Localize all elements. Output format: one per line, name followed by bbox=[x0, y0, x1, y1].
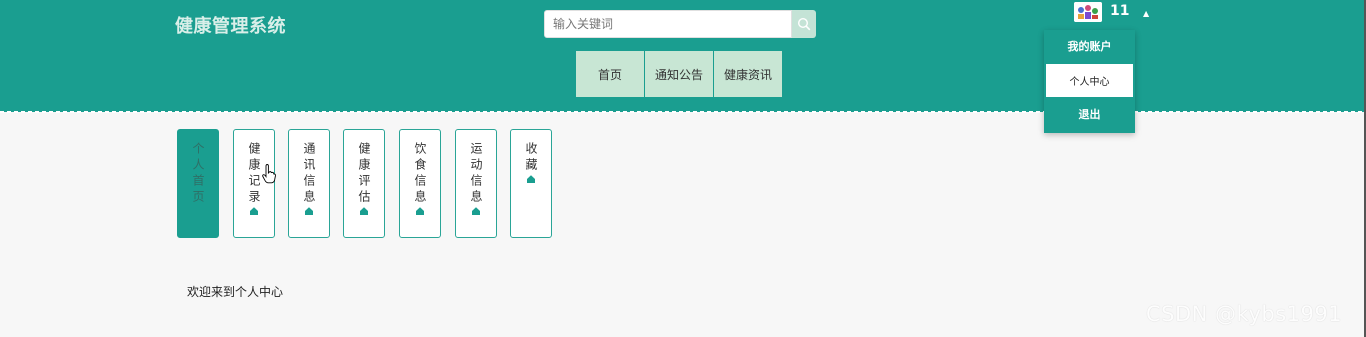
tab-exercise-info[interactable]: 运动信息 bbox=[455, 129, 497, 238]
welcome-message: 欢迎来到个人中心 bbox=[187, 285, 284, 299]
menu-item-personal-center[interactable]: 个人中心 bbox=[1046, 64, 1133, 97]
search-input[interactable] bbox=[544, 10, 792, 38]
site-title: 健康管理系统 bbox=[175, 16, 286, 37]
nav-health-news[interactable]: 健康资讯 bbox=[714, 51, 782, 97]
hand-cursor-icon bbox=[262, 164, 276, 188]
tab-label: 饮食信息 bbox=[413, 142, 427, 206]
tab-label: 通讯信息 bbox=[302, 142, 316, 206]
menu-item-logout[interactable]: 退出 bbox=[1044, 106, 1135, 122]
avatar[interactable] bbox=[1074, 2, 1102, 22]
house-icon bbox=[472, 207, 480, 215]
tab-label: 运动信息 bbox=[469, 142, 483, 206]
watermark: CSDN @kybs1991 bbox=[1146, 302, 1343, 326]
account-dropdown: 我的账户 个人中心 退出 bbox=[1044, 30, 1135, 133]
caret-up-icon[interactable]: ▲ bbox=[1143, 9, 1149, 18]
tab-label: 健康记录 bbox=[247, 142, 261, 206]
username[interactable]: 11 bbox=[1110, 3, 1129, 19]
main-nav: 首页 通知公告 健康资讯 bbox=[576, 51, 782, 97]
house-icon bbox=[250, 207, 258, 215]
tab-label: 健康评估 bbox=[357, 142, 371, 206]
search-icon bbox=[797, 17, 811, 31]
house-icon bbox=[527, 175, 535, 183]
tab-diet-info[interactable]: 饮食信息 bbox=[399, 129, 441, 238]
nav-home[interactable]: 首页 bbox=[576, 51, 644, 97]
header-dashed-border bbox=[0, 110, 1366, 114]
avatar-image-icon bbox=[1074, 2, 1102, 22]
tab-contact-info[interactable]: 通讯信息 bbox=[288, 129, 330, 238]
house-icon bbox=[360, 207, 368, 215]
tab-label: 收藏 bbox=[524, 142, 538, 174]
search-button[interactable] bbox=[792, 10, 816, 38]
house-icon bbox=[305, 207, 313, 215]
tab-favorites[interactable]: 收藏 bbox=[510, 129, 552, 238]
nav-notices[interactable]: 通知公告 bbox=[645, 51, 713, 97]
tab-personal-home[interactable]: 个人首页 bbox=[177, 129, 219, 238]
dropdown-title: 我的账户 bbox=[1067, 40, 1112, 53]
tab-health-assessment[interactable]: 健康评估 bbox=[343, 129, 385, 238]
house-icon bbox=[416, 207, 424, 215]
tab-label: 个人首页 bbox=[191, 142, 205, 206]
